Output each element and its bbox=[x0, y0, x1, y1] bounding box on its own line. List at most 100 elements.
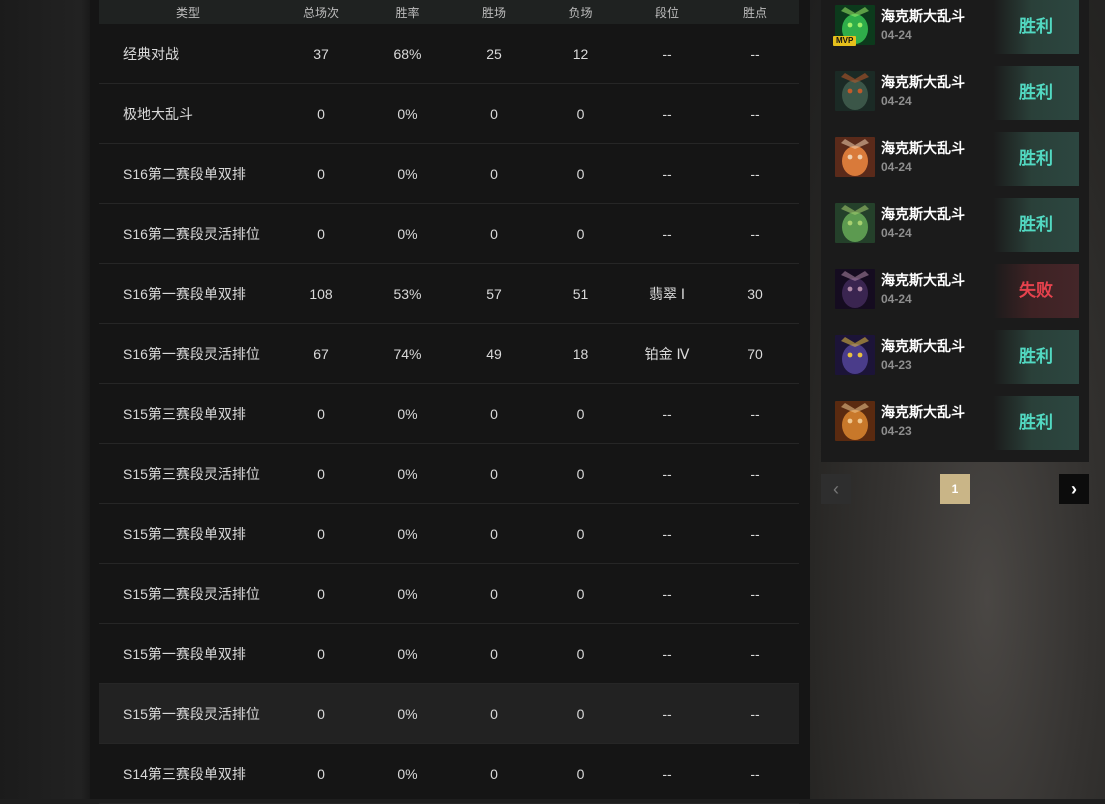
match-date: 04-24 bbox=[881, 28, 912, 42]
cell-winrate: 0% bbox=[365, 383, 450, 444]
cell-rank: 铂金 Ⅳ bbox=[623, 323, 711, 384]
match-mode: 海克斯大乱斗 bbox=[881, 140, 965, 156]
cell-losses: 0 bbox=[538, 443, 623, 504]
table-row: S15第一赛段单双排 0 0% 0 0 -- -- bbox=[99, 623, 799, 684]
cell-total: 0 bbox=[277, 203, 365, 264]
page-number-button[interactable]: 1 bbox=[940, 474, 970, 504]
champion-void-icon bbox=[835, 335, 875, 375]
cell-wins: 57 bbox=[450, 263, 538, 324]
cell-winrate: 0% bbox=[365, 143, 450, 204]
champion-warrior-icon bbox=[835, 401, 875, 441]
match-result: 胜利 bbox=[993, 132, 1079, 186]
match-entry[interactable]: 海克斯大乱斗 04-24 胜利 bbox=[821, 132, 1079, 186]
header-total: 总场次 bbox=[277, 0, 365, 24]
cell-wins: 0 bbox=[450, 743, 538, 804]
cell-total: 37 bbox=[277, 24, 365, 84]
cell-rank: -- bbox=[623, 383, 711, 444]
cell-rank: -- bbox=[623, 143, 711, 204]
cell-total: 0 bbox=[277, 83, 365, 144]
table-row: S14第三赛段单双排 0 0% 0 0 -- -- bbox=[99, 743, 799, 804]
cell-total: 0 bbox=[277, 683, 365, 744]
cell-losses: 0 bbox=[538, 563, 623, 624]
table-row: S16第二赛段灵活排位 0 0% 0 0 -- -- bbox=[99, 203, 799, 264]
cell-losses: 18 bbox=[538, 323, 623, 384]
cell-rank: -- bbox=[623, 683, 711, 744]
cell-wins: 0 bbox=[450, 503, 538, 564]
match-mode: 海克斯大乱斗 bbox=[881, 8, 965, 24]
cell-wins: 0 bbox=[450, 383, 538, 444]
match-result: 胜利 bbox=[993, 66, 1079, 120]
cell-winrate: 0% bbox=[365, 503, 450, 564]
stats-header-row: 类型 总场次 胜率 胜场 负场 段位 胜点 bbox=[99, 0, 799, 24]
match-result: 胜利 bbox=[993, 396, 1079, 450]
match-date: 04-23 bbox=[881, 424, 912, 438]
cell-type: S15第二赛段单双排 bbox=[99, 503, 277, 564]
table-row: S15第二赛段单双排 0 0% 0 0 -- -- bbox=[99, 503, 799, 564]
cell-losses: 0 bbox=[538, 503, 623, 564]
cell-lp: -- bbox=[711, 203, 799, 264]
table-row: 经典对战 37 68% 25 12 -- -- bbox=[99, 24, 799, 84]
header-wins: 胜场 bbox=[450, 0, 538, 24]
cell-wins: 49 bbox=[450, 323, 538, 384]
prev-page-button[interactable]: ‹ bbox=[821, 474, 851, 504]
cell-wins: 0 bbox=[450, 203, 538, 264]
cell-losses: 0 bbox=[538, 203, 623, 264]
match-entry[interactable]: 海克斯大乱斗 04-24 失败 bbox=[821, 264, 1079, 318]
champion-dark-icon bbox=[835, 71, 875, 111]
cell-total: 0 bbox=[277, 443, 365, 504]
table-row: S15第三赛段灵活排位 0 0% 0 0 -- -- bbox=[99, 443, 799, 504]
cell-total: 0 bbox=[277, 563, 365, 624]
stats-body: 经典对战 37 68% 25 12 -- -- 极地大乱斗 0 0% 0 0 -- -- S16第二赛段单双… bbox=[99, 24, 799, 804]
cell-type: S15第一赛段单双排 bbox=[99, 623, 277, 684]
cell-losses: 0 bbox=[538, 383, 623, 444]
cell-total: 67 bbox=[277, 323, 365, 384]
table-row: S16第二赛段单双排 0 0% 0 0 -- -- bbox=[99, 143, 799, 204]
cell-losses: 0 bbox=[538, 743, 623, 804]
match-entry[interactable]: 海克斯大乱斗 04-23 胜利 bbox=[821, 330, 1079, 384]
match-date: 04-24 bbox=[881, 160, 912, 174]
table-row: S16第一赛段灵活排位 67 74% 49 18 铂金 Ⅳ 70 bbox=[99, 323, 799, 384]
cell-lp: 70 bbox=[711, 323, 799, 384]
match-result: 胜利 bbox=[993, 330, 1079, 384]
cell-total: 0 bbox=[277, 623, 365, 684]
cell-winrate: 0% bbox=[365, 623, 450, 684]
cell-rank: -- bbox=[623, 203, 711, 264]
cell-winrate: 0% bbox=[365, 203, 450, 264]
cell-winrate: 0% bbox=[365, 683, 450, 744]
match-mode: 海克斯大乱斗 bbox=[881, 404, 965, 420]
match-date: 04-24 bbox=[881, 94, 912, 108]
cell-type: S16第一赛段单双排 bbox=[99, 263, 277, 324]
header-type: 类型 bbox=[99, 0, 277, 24]
next-page-button[interactable]: › bbox=[1059, 474, 1089, 504]
match-entry[interactable]: 海克斯大乱斗 04-23 胜利 bbox=[821, 396, 1079, 450]
cell-type: 极地大乱斗 bbox=[99, 83, 277, 144]
match-date: 04-23 bbox=[881, 358, 912, 372]
cell-type: S15第二赛段灵活排位 bbox=[99, 563, 277, 624]
cell-lp: -- bbox=[711, 143, 799, 204]
cell-lp: -- bbox=[711, 683, 799, 744]
header-winrate: 胜率 bbox=[365, 0, 450, 24]
table-row: S15第二赛段灵活排位 0 0% 0 0 -- -- bbox=[99, 563, 799, 624]
match-entry[interactable]: MVP 海克斯大乱斗 04-24 胜利 bbox=[821, 0, 1079, 54]
cell-total: 0 bbox=[277, 143, 365, 204]
cell-lp: -- bbox=[711, 743, 799, 804]
cell-total: 0 bbox=[277, 503, 365, 564]
cell-type: S16第二赛段单双排 bbox=[99, 143, 277, 204]
header-rank: 段位 bbox=[623, 0, 711, 24]
match-entry[interactable]: 海克斯大乱斗 04-24 胜利 bbox=[821, 66, 1079, 120]
match-mode: 海克斯大乱斗 bbox=[881, 74, 965, 90]
cell-winrate: 53% bbox=[365, 263, 450, 324]
cell-winrate: 0% bbox=[365, 563, 450, 624]
cell-winrate: 74% bbox=[365, 323, 450, 384]
champion-witch-icon bbox=[835, 269, 875, 309]
cell-rank: 翡翠 Ⅰ bbox=[623, 263, 711, 324]
match-mode: 海克斯大乱斗 bbox=[881, 338, 965, 354]
match-entry[interactable]: 海克斯大乱斗 04-24 胜利 bbox=[821, 198, 1079, 252]
cell-wins: 0 bbox=[450, 443, 538, 504]
match-date: 04-24 bbox=[881, 226, 912, 240]
match-result: 失败 bbox=[993, 264, 1079, 318]
cell-wins: 25 bbox=[450, 24, 538, 84]
cell-type: S14第三赛段单双排 bbox=[99, 743, 277, 804]
cell-rank: -- bbox=[623, 743, 711, 804]
match-mode: 海克斯大乱斗 bbox=[881, 206, 965, 222]
